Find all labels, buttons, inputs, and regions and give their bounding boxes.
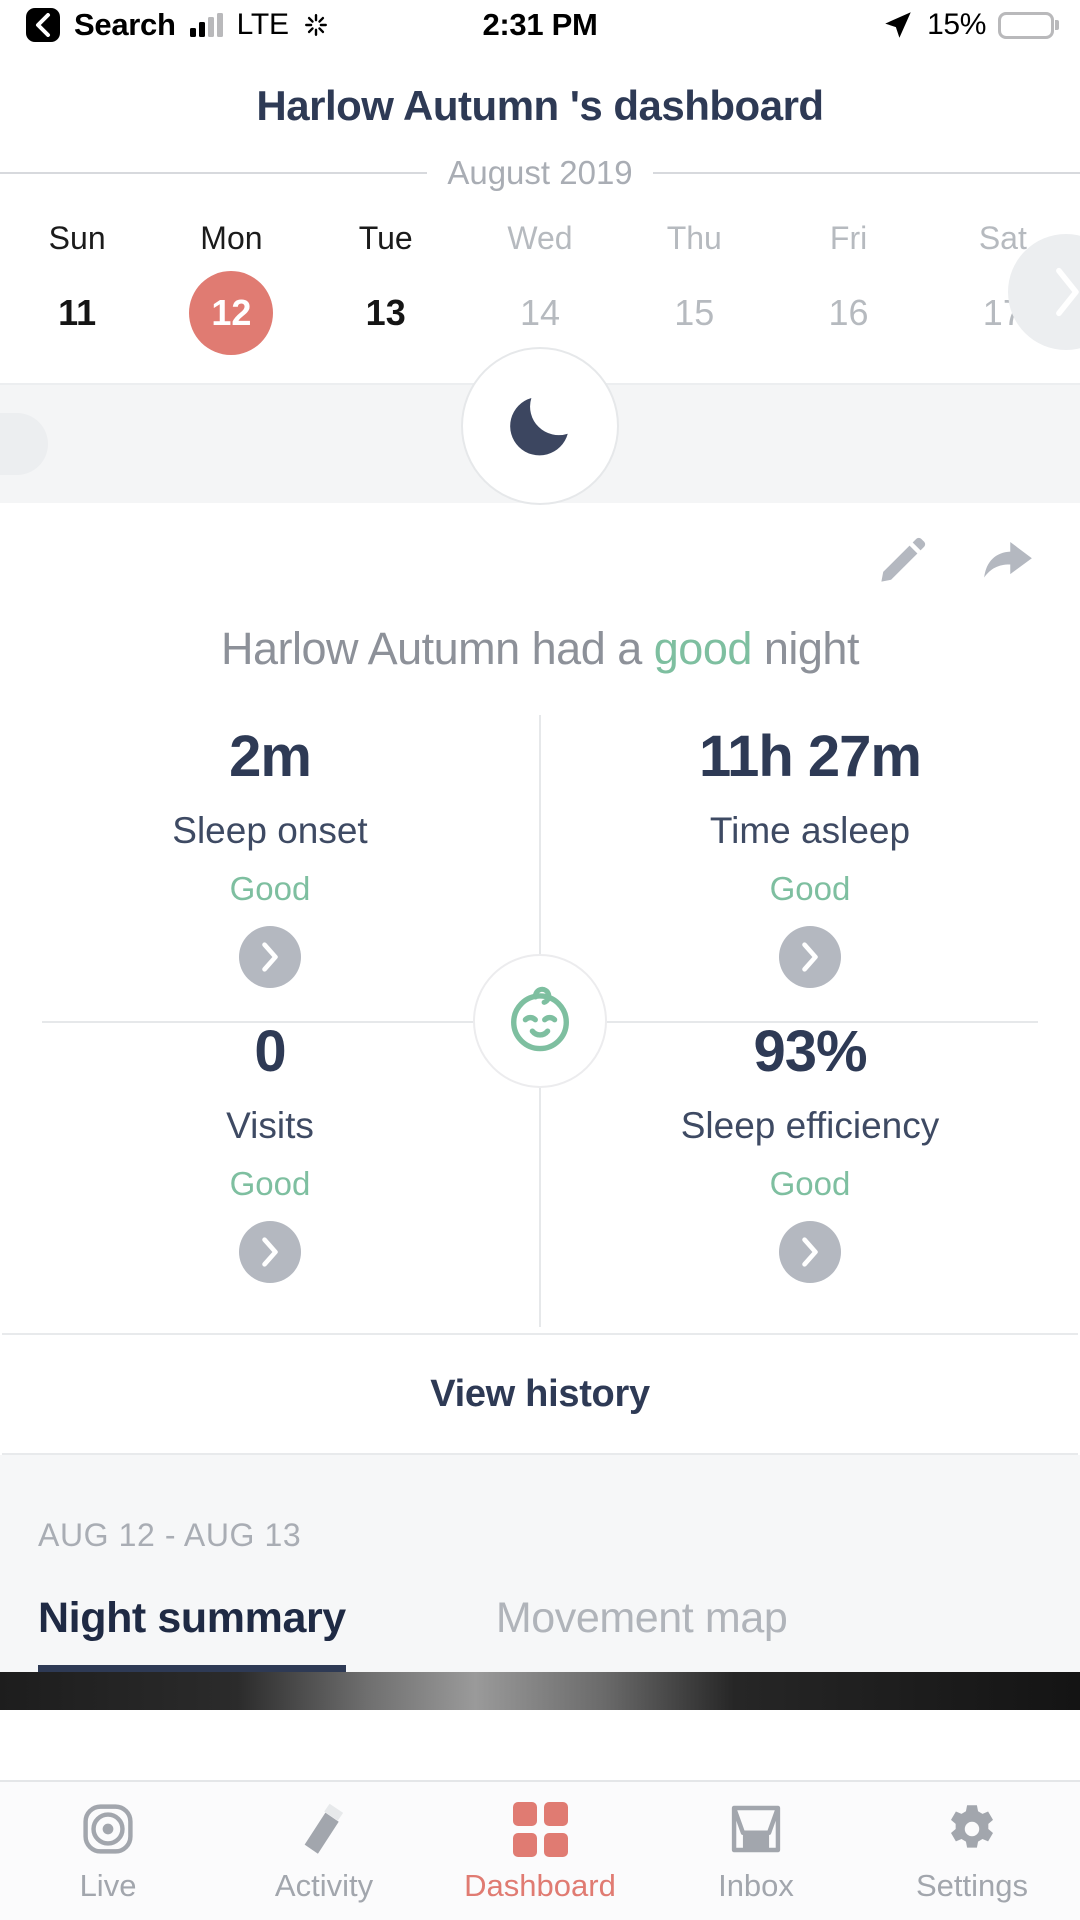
day-number: 11 [58, 292, 97, 333]
tab-inbox[interactable]: Inbox [648, 1798, 864, 1904]
panel-tabs: Night summary Movement map [0, 1594, 1080, 1672]
night-detail-panel: AUG 12 - AUG 13 Night summary Movement m… [0, 1455, 1080, 1672]
back-label[interactable]: Search [74, 7, 176, 43]
tab-dashboard[interactable]: Dashboard [432, 1798, 648, 1904]
activity-spinner-icon [304, 14, 327, 36]
metric-sleep-onset[interactable]: 2m Sleep onset Good [0, 709, 540, 1004]
chevron-left-icon [36, 13, 50, 37]
metric-quality: Good [769, 1165, 851, 1202]
carrier-label: LTE [236, 8, 289, 41]
metric-value: 0 [254, 1019, 286, 1084]
headline-prefix: Harlow Autumn had a [221, 623, 654, 674]
pencil-icon[interactable] [876, 533, 930, 587]
chevron-right-icon [1056, 267, 1079, 317]
headline-quality: good [653, 623, 753, 674]
chevron-right-icon [262, 1237, 278, 1267]
divider-line-left [0, 172, 428, 174]
tab-night-summary[interactable]: Night summary [38, 1594, 346, 1672]
metric-quality: Good [229, 870, 311, 907]
day-of-week-label: Thu [666, 220, 722, 256]
share-arrow-icon[interactable] [978, 533, 1038, 587]
signal-strength-icon [189, 13, 223, 37]
tab-label: Activity [274, 1868, 374, 1903]
day-of-week-label: Mon [200, 220, 263, 256]
battery-icon [998, 11, 1054, 39]
battery-percent-label: 15% [927, 8, 986, 41]
day-cell-sun[interactable]: Sun 11 [0, 220, 154, 355]
tab-activity[interactable]: Activity [216, 1798, 432, 1904]
metric-detail-button[interactable] [239, 1221, 301, 1283]
divider-line-right [652, 172, 1080, 174]
tab-movement-map[interactable]: Movement map [496, 1594, 788, 1672]
metrics-grid: 2m Sleep onset Good 11h 27m Time asleep … [0, 709, 1080, 1333]
carousel-peek-pill[interactable] [0, 413, 48, 475]
bottle-icon [216, 1798, 432, 1860]
bottom-tab-bar: Live Activity Dashboard Inbox Settings [0, 1780, 1080, 1920]
baby-avatar [473, 954, 607, 1088]
night-status-band [0, 347, 1080, 505]
night-status-avatar [461, 347, 619, 505]
day-cell-tue[interactable]: Tue 13 [309, 220, 463, 355]
chevron-right-icon [802, 1237, 818, 1267]
target-icon [0, 1798, 216, 1860]
status-bar: Search LTE 2:31 PM 15% [0, 0, 1080, 50]
day-cell-thu[interactable]: Thu 15 [617, 220, 771, 355]
status-bar-right: 15% [881, 8, 1054, 42]
inbox-icon [648, 1798, 864, 1860]
day-number: 12 [189, 271, 274, 355]
metric-value: 2m [229, 724, 312, 789]
day-number: 14 [519, 292, 560, 333]
tab-label: Inbox [718, 1868, 794, 1903]
tab-label: Dashboard [464, 1868, 616, 1903]
back-to-search-button[interactable] [26, 8, 60, 42]
metric-value: 11h 27m [699, 724, 922, 789]
status-bar-left: Search LTE [26, 7, 329, 43]
day-of-week-label: Sun [48, 220, 106, 256]
metric-label: Sleep efficiency [680, 1105, 940, 1146]
grid-icon [432, 1798, 648, 1860]
moon-icon [510, 397, 568, 456]
tab-live[interactable]: Live [0, 1798, 216, 1904]
day-cell-mon-selected[interactable]: Mon 12 [154, 220, 308, 355]
day-number: 13 [365, 292, 406, 333]
tab-label: Settings [915, 1868, 1028, 1903]
tab-label: Live [79, 1868, 137, 1903]
day-number: 16 [828, 292, 869, 333]
page-title: Harlow Autumn 's dashboard [256, 82, 824, 129]
metric-visits[interactable]: 0 Visits Good [0, 1004, 540, 1299]
chevron-right-icon [262, 942, 278, 972]
metric-time-asleep[interactable]: 11h 27m Time asleep Good [540, 709, 1080, 1004]
chevron-right-icon [802, 942, 818, 972]
night-headline: Harlow Autumn had a good night [0, 587, 1080, 709]
day-cell-fri[interactable]: Fri 16 [771, 220, 925, 355]
metric-sleep-efficiency[interactable]: 93% Sleep efficiency Good [540, 1004, 1080, 1299]
app-screen: Search LTE 2:31 PM 15% Harlow Autumn 's … [0, 0, 1080, 1920]
night-photo-preview[interactable] [0, 1672, 1080, 1710]
day-cell-wed[interactable]: Wed 14 [463, 220, 617, 355]
metric-label: Time asleep [709, 810, 911, 851]
date-range-label: AUG 12 - AUG 13 [38, 1517, 302, 1553]
day-of-week-label: Wed [507, 220, 573, 256]
metric-detail-button[interactable] [779, 1221, 841, 1283]
day-number: 15 [674, 292, 715, 333]
metric-label: Sleep onset [172, 810, 368, 851]
day-of-week-label: Tue [358, 220, 413, 256]
tab-settings[interactable]: Settings [864, 1798, 1080, 1904]
metric-detail-button[interactable] [779, 926, 841, 988]
metric-label: Visits [226, 1105, 314, 1146]
metric-detail-button[interactable] [239, 926, 301, 988]
summary-actions [0, 503, 1080, 587]
gear-icon [864, 1798, 1080, 1860]
headline-suffix: night [751, 623, 860, 674]
view-history-button[interactable]: View history [2, 1333, 1078, 1455]
metric-quality: Good [229, 1165, 311, 1202]
month-divider: August 2019 [0, 154, 1080, 192]
metric-value: 93% [753, 1019, 867, 1084]
month-label: August 2019 [447, 154, 633, 191]
metric-quality: Good [769, 870, 851, 907]
location-arrow-icon [885, 12, 911, 38]
baby-face-icon [511, 986, 569, 1052]
day-of-week-label: Fri [829, 220, 868, 256]
